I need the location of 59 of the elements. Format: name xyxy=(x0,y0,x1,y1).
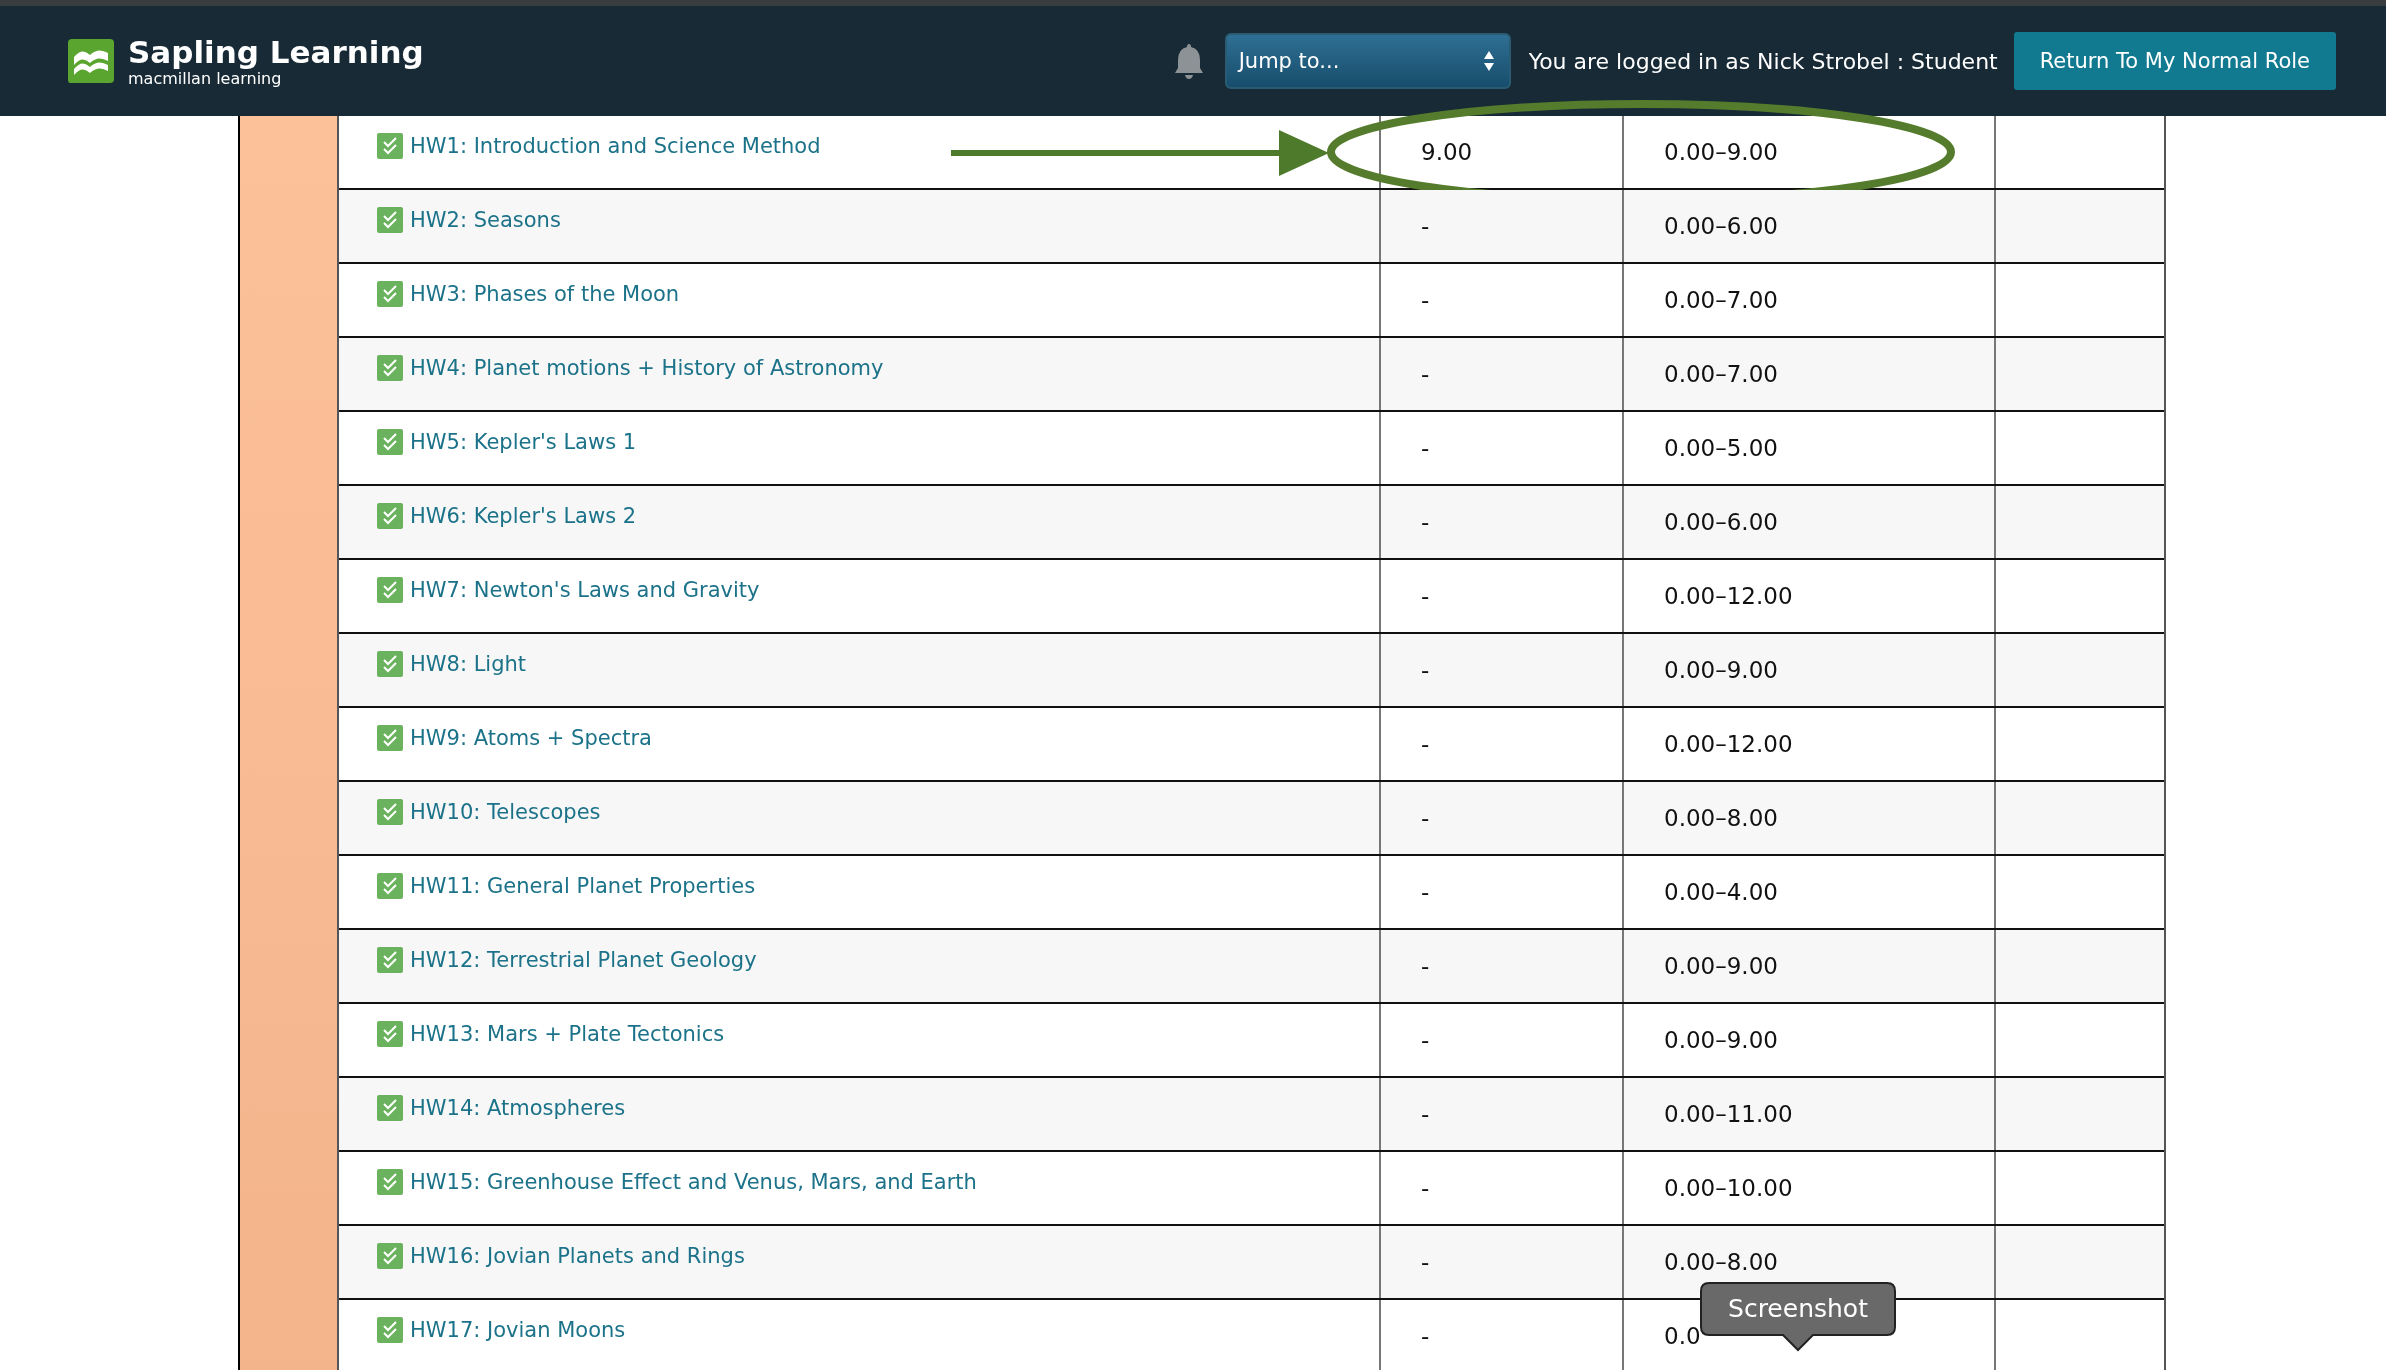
assignment-link[interactable]: HW2: Seasons xyxy=(410,206,561,234)
return-role-button[interactable]: Return To My Normal Role xyxy=(2013,32,2336,90)
score-text: - xyxy=(1421,1175,1430,1201)
score-text: - xyxy=(1421,509,1430,535)
logo-subtitle: macmillan learning xyxy=(128,70,283,88)
score-text: - xyxy=(1421,213,1430,239)
score-text: - xyxy=(1421,879,1430,905)
logo-title: Sapling Learning xyxy=(128,34,424,70)
score-text: - xyxy=(1421,953,1430,979)
assignment-link[interactable]: HW13: Mars + Plate Tectonics xyxy=(410,1020,725,1048)
range-text: 0.00–10.00 xyxy=(1664,1175,1793,1201)
range-text: 0.00–8.00 xyxy=(1664,1249,1778,1275)
range-text: 0.00–9.00 xyxy=(1664,953,1778,979)
assignment-link[interactable]: HW17: Jovian Moons xyxy=(410,1316,626,1344)
score-text: - xyxy=(1421,1027,1430,1053)
range-text: 0.0 xyxy=(1664,1323,1701,1349)
assignment-link[interactable]: HW4: Planet motions + History of Astronomy xyxy=(410,354,884,382)
range-text: 0.00–11.00 xyxy=(1664,1101,1793,1127)
assignment-link[interactable]: HW6: Kepler's Laws 2 xyxy=(410,502,637,530)
range-text: 0.00–9.00 xyxy=(1664,1027,1778,1053)
range-text: 0.00–4.00 xyxy=(1664,879,1778,905)
logged-in-text: You are logged in as Nick Strobel : Student xyxy=(1528,48,1998,74)
assignment-link[interactable]: HW14: Atmospheres xyxy=(410,1094,626,1122)
jump-to-dropdown[interactable]: Jump to... xyxy=(1224,33,1511,89)
assignment-link[interactable]: HW8: Light xyxy=(410,650,527,678)
assignment-link[interactable]: HW12: Terrestrial Planet Geology xyxy=(410,946,757,974)
range-text: 0.00–12.00 xyxy=(1664,731,1793,757)
assignment-link[interactable]: HW11: General Planet Properties xyxy=(410,872,756,900)
range-text: 0.00–9.00 xyxy=(1664,139,1778,165)
assignment-link[interactable]: HW15: Greenhouse Effect and Venus, Mars, and Earth xyxy=(410,1168,977,1196)
score-text: - xyxy=(1421,805,1430,831)
range-text: 0.00–6.00 xyxy=(1664,213,1778,239)
score-text: - xyxy=(1421,731,1430,757)
assignment-link[interactable]: HW5: Kepler's Laws 1 xyxy=(410,428,637,456)
range-text: 0.00–7.00 xyxy=(1664,287,1778,313)
assignment-link[interactable]: HW16: Jovian Planets and Rings xyxy=(410,1242,745,1270)
tooltip: Screenshot xyxy=(1700,1282,1896,1352)
assignment-link[interactable]: HW9: Atoms + Spectra xyxy=(410,724,652,752)
score-text: - xyxy=(1421,583,1430,609)
updown-icon xyxy=(1482,50,1495,72)
bell-icon[interactable] xyxy=(1172,42,1205,80)
score-text: - xyxy=(1421,657,1430,683)
range-text: 0.00–7.00 xyxy=(1664,361,1778,387)
score-text: - xyxy=(1421,1249,1430,1275)
range-text: 0.00–8.00 xyxy=(1664,805,1778,831)
range-text: 0.00–5.00 xyxy=(1664,435,1778,461)
score-text: - xyxy=(1421,361,1430,387)
score-text: - xyxy=(1421,435,1430,461)
score-text: - xyxy=(1421,287,1430,313)
assignment-link[interactable]: HW7: Newton's Laws and Gravity xyxy=(410,576,760,604)
score-text: - xyxy=(1421,1101,1430,1127)
assignment-link[interactable]: HW1: Introduction and Science Method xyxy=(410,132,821,160)
assignment-link[interactable]: HW10: Telescopes xyxy=(410,798,601,826)
score-text: 9.00 xyxy=(1421,139,1473,165)
range-text: 0.00–6.00 xyxy=(1664,509,1778,535)
range-text: 0.00–12.00 xyxy=(1664,583,1793,609)
range-text: 0.00–9.00 xyxy=(1664,657,1778,683)
score-text: - xyxy=(1421,1323,1430,1349)
assignment-link[interactable]: HW3: Phases of the Moon xyxy=(410,280,680,308)
